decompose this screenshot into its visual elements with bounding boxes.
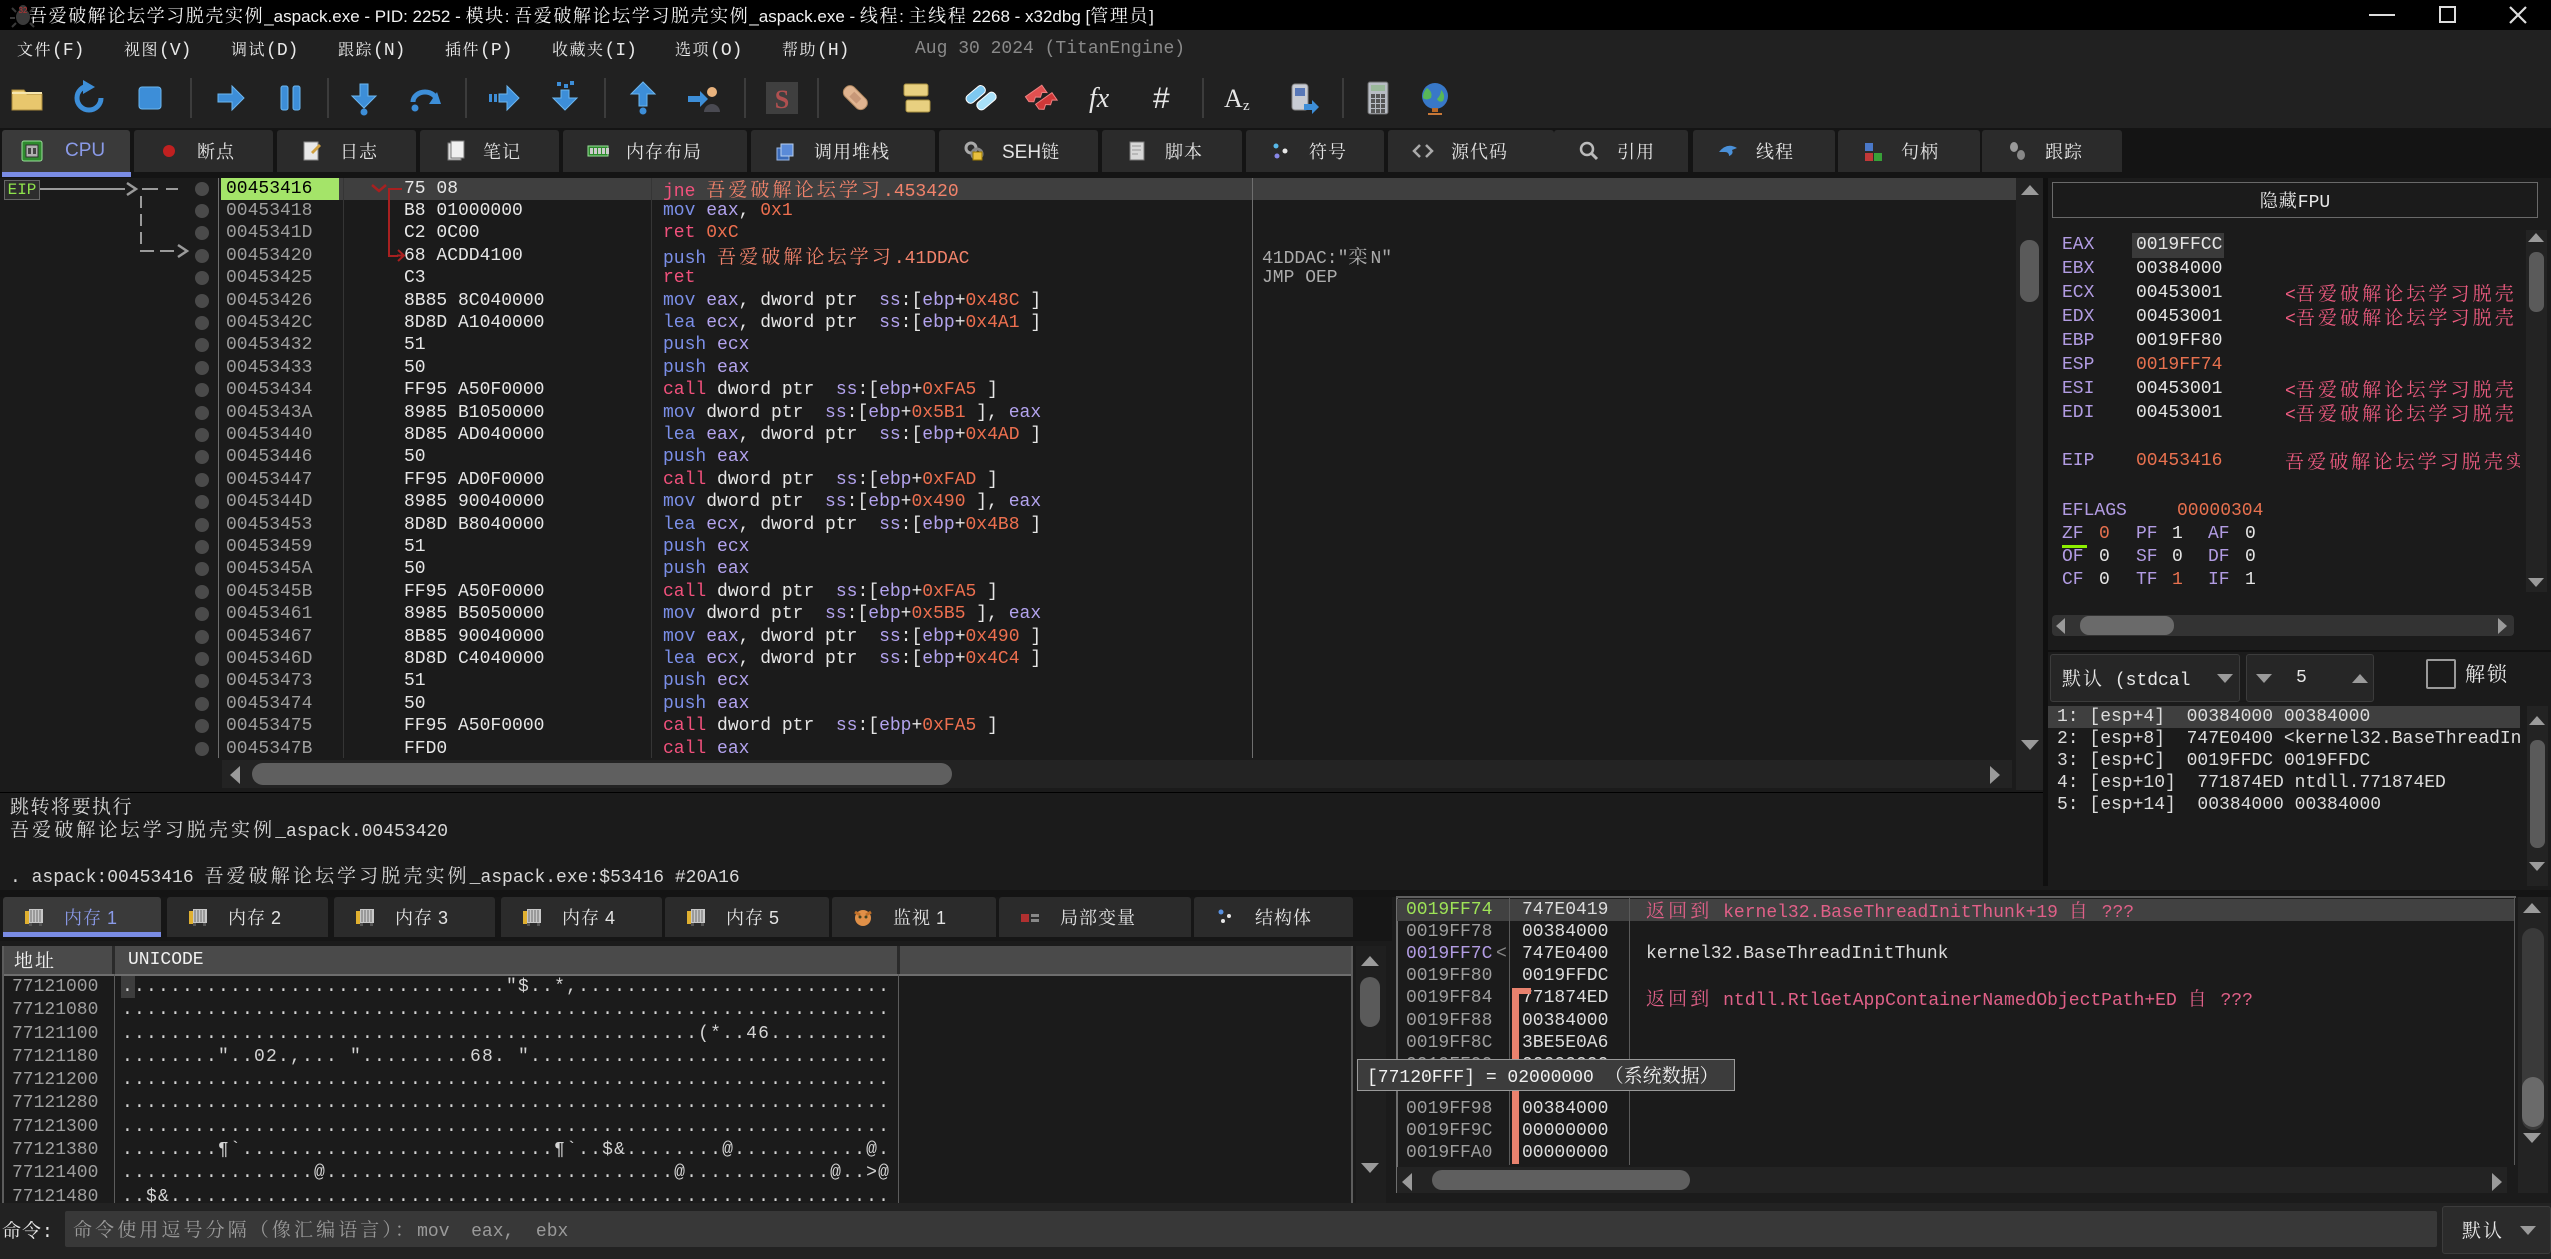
svg-text:S: S xyxy=(775,85,789,114)
svg-text:fx: fx xyxy=(1089,83,1110,114)
svg-text:#: # xyxy=(1153,82,1170,115)
svg-text:32: 32 xyxy=(19,6,28,15)
svg-text:z: z xyxy=(1243,98,1250,114)
svg-text:A: A xyxy=(1224,84,1243,113)
